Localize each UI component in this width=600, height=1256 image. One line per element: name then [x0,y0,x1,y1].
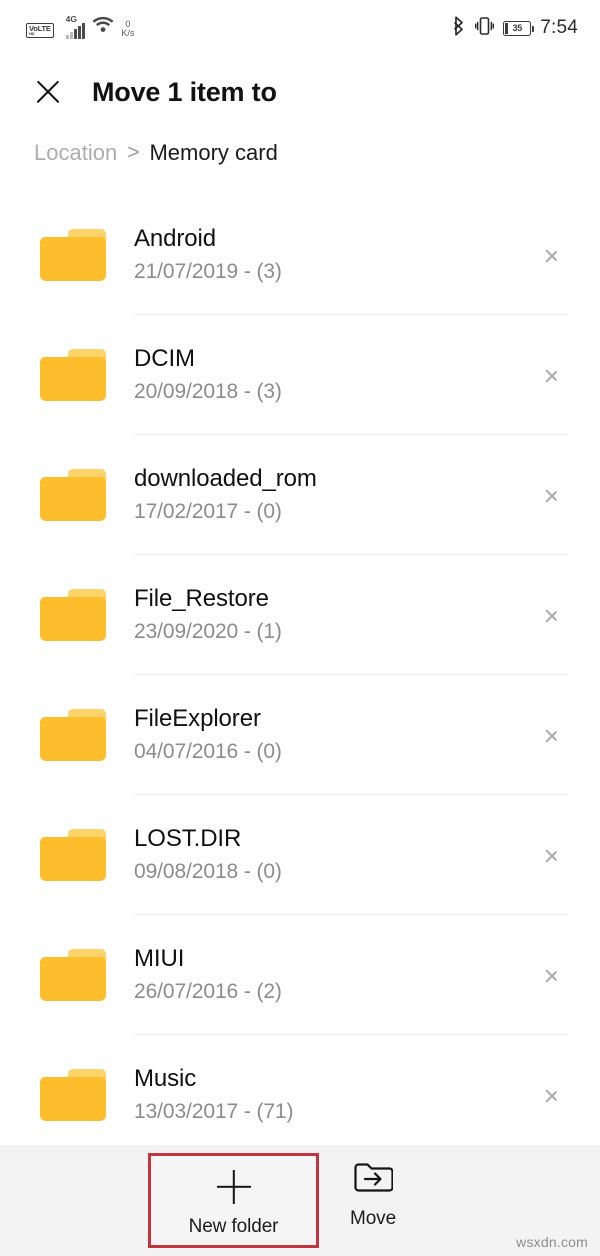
status-bar-right: 35 7:54 [453,15,578,41]
move-button[interactable]: Move [334,1159,412,1230]
chevron-right-icon[interactable] [538,362,564,388]
folder-details: 09/08/2018 - (0) [134,860,282,883]
folder-icon [40,589,106,641]
folder-meta: MIUI 26/07/2016 - (2) [134,944,538,1006]
plus-icon [215,1168,253,1206]
folder-row[interactable]: downloaded_rom 17/02/2017 - (0) [0,435,600,555]
network-speed-indicator: 0 K/s [121,20,134,38]
folder-details: 13/03/2017 - (71) [134,1100,294,1123]
folder-name: LOST.DIR [134,825,242,852]
folder-icon [40,829,106,881]
chevron-right-icon[interactable] [538,1082,564,1108]
folder-icon [40,349,106,401]
close-icon[interactable] [30,74,66,110]
folder-row[interactable]: DCIM 20/09/2018 - (3) [0,315,600,435]
chevron-right-icon[interactable] [538,962,564,988]
breadcrumb-item-current[interactable]: Memory card [149,140,277,166]
chevron-right-icon[interactable] [538,722,564,748]
folder-details: 21/07/2019 - (3) [134,260,282,283]
folder-name: MIUI [134,945,185,972]
header: Move 1 item to [0,56,600,128]
folder-details: 23/09/2020 - (1) [134,620,282,643]
network-speed-unit: K/s [121,28,135,38]
signal-bars [65,23,86,39]
bluetooth-icon [453,15,466,41]
watermark: wsxdn.com [516,1234,588,1250]
folder-details: 04/07/2016 - (0) [134,740,282,763]
bottom-action-bar: New folder Move wsxdn.com [0,1145,600,1256]
folder-icon [40,709,106,761]
folder-meta: LOST.DIR 09/08/2018 - (0) [134,824,538,886]
status-bar: VoLTE HD 4G 0 K/s 35 7:54 [0,0,600,56]
chevron-right-icon[interactable] [538,242,564,268]
folder-meta: DCIM 20/09/2018 - (3) [134,344,538,406]
folder-meta: downloaded_rom 17/02/2017 - (0) [134,464,538,526]
folder-list[interactable]: Android 21/07/2019 - (3) DCIM 20/09/2018 - … [0,195,600,1145]
chevron-right-icon: > [127,141,140,164]
folder-name: downloaded_rom [134,465,317,492]
chevron-right-icon[interactable] [538,602,564,628]
folder-row[interactable]: LOST.DIR 09/08/2018 - (0) [0,795,600,915]
folder-icon [40,469,106,521]
wifi-icon [92,16,114,38]
clock-label: 7:54 [540,17,578,38]
folder-details: 26/07/2016 - (2) [134,980,282,1003]
folder-row[interactable]: Android 21/07/2019 - (3) [0,195,600,315]
breadcrumb-item-location[interactable]: Location [34,140,117,166]
folder-meta: FileExplorer 04/07/2016 - (0) [134,704,538,766]
folder-arrow-icon [353,1159,394,1198]
breadcrumb: Location > Memory card [34,140,278,166]
folder-icon [40,229,106,281]
vibrate-icon [475,16,495,41]
folder-row[interactable]: Music 13/03/2017 - (71) [0,1035,600,1145]
chevron-right-icon[interactable] [538,842,564,868]
folder-row[interactable]: MIUI 26/07/2016 - (2) [0,915,600,1035]
new-folder-button[interactable]: New folder [148,1153,319,1248]
battery-level-label: 35 [512,23,523,33]
battery-fill [505,22,509,34]
folder-meta: File_Restore 23/09/2020 - (1) [134,584,538,646]
folder-details: 17/02/2017 - (0) [134,500,282,523]
folder-name: DCIM [134,345,195,372]
folder-meta: Music 13/03/2017 - (71) [134,1064,538,1126]
folder-name: FileExplorer [134,705,261,732]
folder-icon [40,949,106,1001]
network-type-label: 4G [65,14,77,24]
volte-icon: VoLTE HD [26,22,54,38]
page-title: Move 1 item to [92,76,277,107]
chevron-right-icon[interactable] [538,482,564,508]
signal-icon: 4G [65,15,86,41]
battery-icon: 35 [503,20,535,36]
folder-name: File_Restore [134,585,269,612]
folder-row[interactable]: FileExplorer 04/07/2016 - (0) [0,675,600,795]
folder-details: 20/09/2018 - (3) [134,380,282,403]
new-folder-button-label: New folder [188,1215,279,1237]
status-bar-left: VoLTE HD 4G 0 K/s [26,15,134,41]
folder-meta: Android 21/07/2019 - (3) [134,224,538,286]
folder-icon [40,1069,106,1121]
move-button-label: Move [349,1208,397,1229]
folder-row[interactable]: File_Restore 23/09/2020 - (1) [0,555,600,675]
folder-name: Android [134,225,217,252]
folder-name: Music [134,1065,197,1092]
